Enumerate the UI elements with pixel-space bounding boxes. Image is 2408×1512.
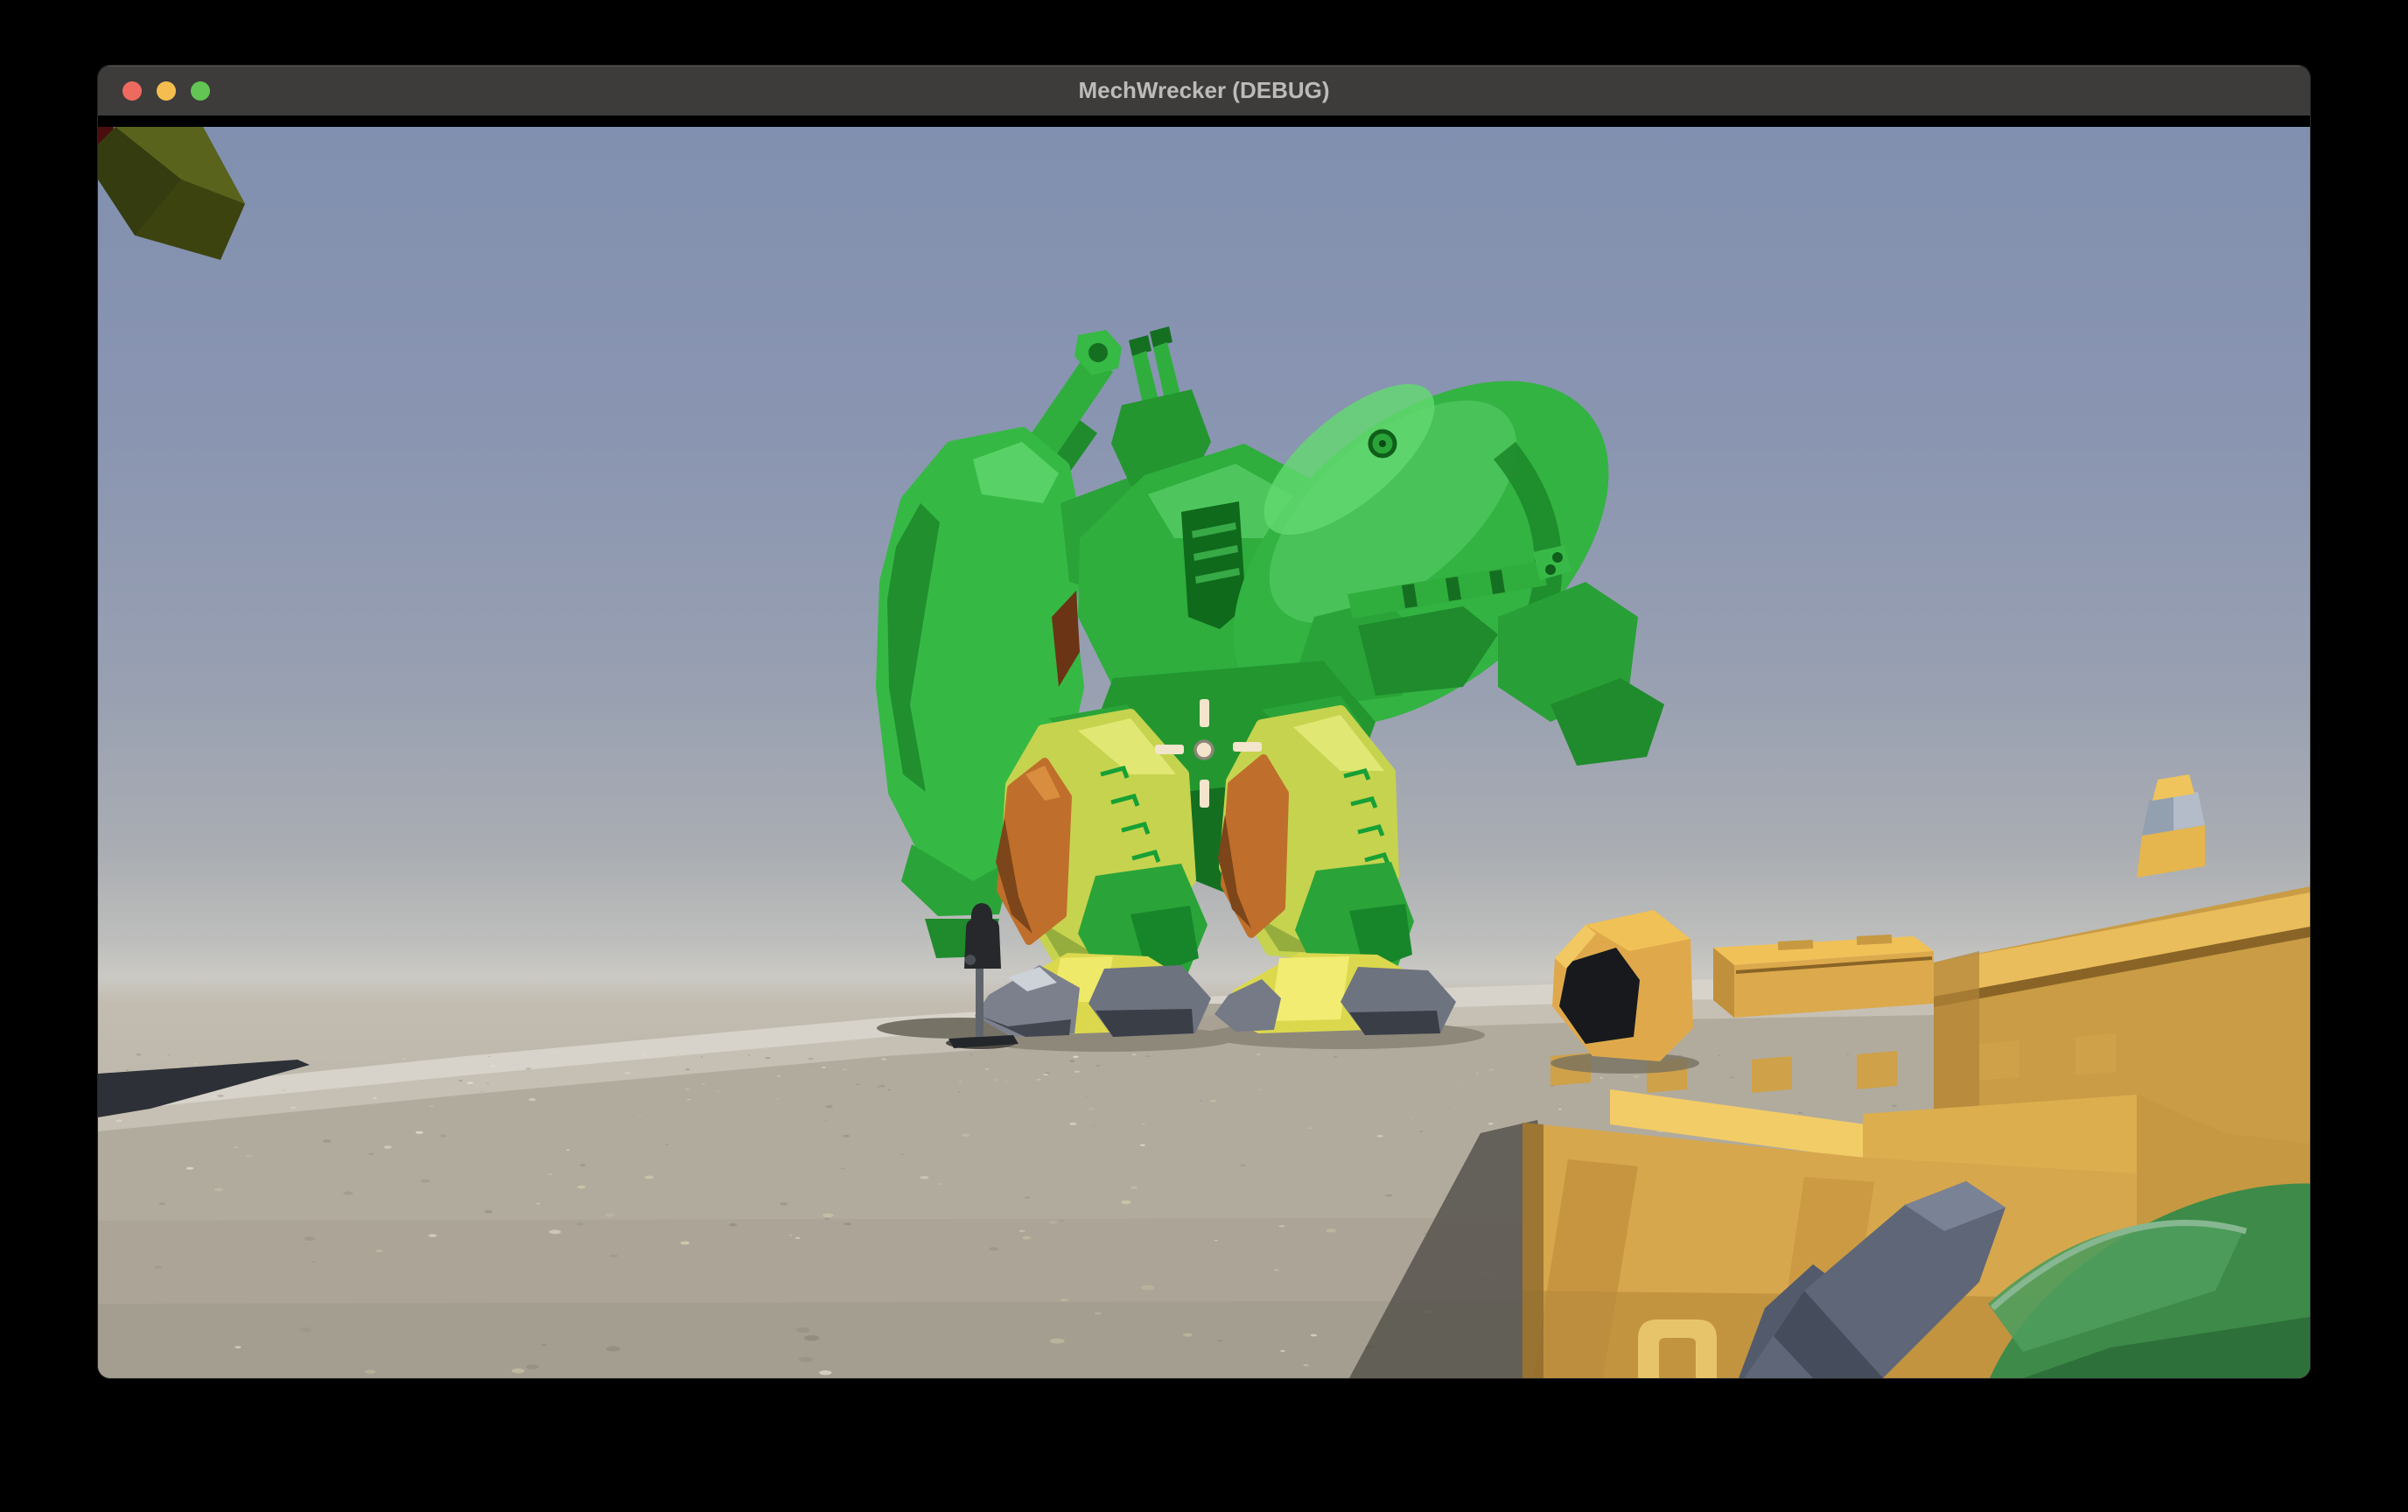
olive-debris	[98, 127, 245, 260]
scene-canvas	[98, 127, 2310, 1378]
green-mech	[884, 312, 1673, 1037]
game-viewport[interactable]	[98, 127, 2310, 1378]
titlebar-gap	[98, 116, 2310, 127]
app-window: MechWrecker (DEBUG)	[98, 66, 2310, 1378]
desktop-background: MechWrecker (DEBUG)	[0, 0, 2408, 1512]
window-title: MechWrecker (DEBUG)	[98, 66, 2310, 116]
long-crate	[1713, 934, 1934, 1018]
window-titlebar[interactable]: MechWrecker (DEBUG)	[98, 66, 2310, 116]
